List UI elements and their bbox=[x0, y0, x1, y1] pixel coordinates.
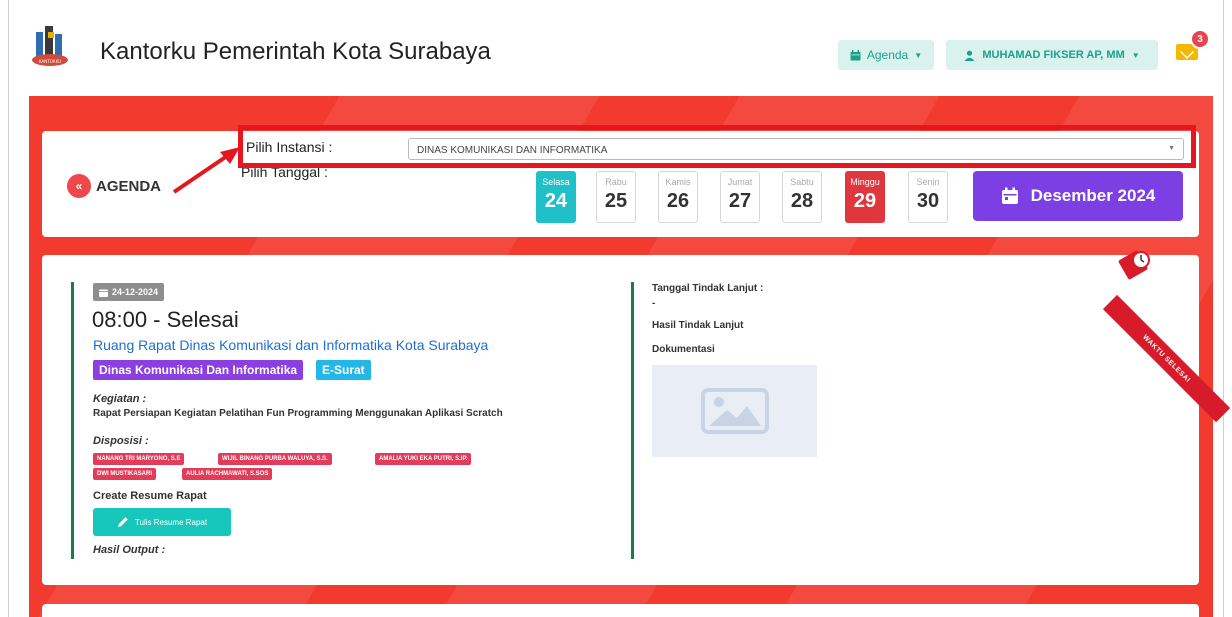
calendar-icon bbox=[99, 289, 108, 297]
annotation-arrow-icon bbox=[172, 147, 240, 194]
day-senin[interactable]: Senin 30 bbox=[908, 171, 948, 223]
mail-count-badge: 3 bbox=[1190, 29, 1210, 49]
disposisi-label: Disposisi : bbox=[93, 435, 149, 447]
svg-text:KANTORKU: KANTORKU bbox=[39, 59, 61, 64]
agenda-menu-label: Agenda bbox=[866, 48, 909, 62]
day-selasa[interactable]: Selasa 24 bbox=[536, 171, 576, 223]
month-label: Desember 2024 bbox=[1030, 186, 1156, 205]
agenda-card-next bbox=[42, 604, 1199, 617]
resume-label: Create Resume Rapat bbox=[93, 490, 207, 502]
pencil-icon bbox=[117, 517, 128, 527]
card-middle-divider bbox=[631, 282, 634, 559]
disposisi-pill: NANANG TRI MARYONO, S.E bbox=[93, 453, 185, 465]
documentation-label: Dokumentasi bbox=[652, 344, 715, 355]
agenda-room: Ruang Rapat Dinas Komunikasi dan Informa… bbox=[93, 337, 489, 353]
disposisi-pill: AMALIA YUKI EKA PUTRI, S.IP. bbox=[375, 453, 472, 465]
output-label: Hasil Output : bbox=[93, 544, 166, 556]
agenda-heading: AGENDA bbox=[96, 178, 162, 195]
chevron-down-icon: ▼ bbox=[914, 50, 923, 60]
agenda-date: 24-12-2024 bbox=[112, 287, 159, 297]
day-name: Minggu bbox=[850, 177, 880, 187]
day-number: 30 bbox=[916, 190, 940, 212]
day-sabtu[interactable]: Sabtu 28 bbox=[782, 171, 822, 223]
day-name: Kamis bbox=[665, 177, 691, 187]
disposisi-pill: AULIA RACHMAWATI, S.SOS bbox=[182, 468, 273, 480]
day-number: 25 bbox=[604, 190, 628, 212]
annotation-highlight-box bbox=[238, 125, 1196, 168]
unit-tag: Dinas Komunikasi Dan Informatika bbox=[93, 360, 304, 380]
agenda-date-badge: 24-12-2024 bbox=[93, 283, 165, 301]
kegiatan-value: Rapat Persiapan Kegiatan Pelatihan Fun P… bbox=[93, 408, 503, 419]
user-name: MUHAMAD FIKSER AP, MM bbox=[982, 49, 1125, 61]
day-name: Sabtu bbox=[790, 177, 814, 187]
documentation-image-placeholder[interactable] bbox=[652, 365, 817, 457]
disposisi-pill: DWI MUSTIKASARI bbox=[93, 468, 156, 480]
day-name: Jumat bbox=[727, 177, 753, 187]
day-minggu[interactable]: Minggu 29 bbox=[845, 171, 885, 223]
chevron-down-icon: ▼ bbox=[1131, 50, 1140, 60]
day-name: Rabu bbox=[605, 177, 627, 187]
clock-calendar-icon bbox=[1118, 250, 1150, 280]
day-number: 26 bbox=[666, 190, 690, 212]
source-tag: E-Surat bbox=[316, 360, 371, 380]
followup-result-label: Hasil Tindak Lanjut bbox=[652, 320, 744, 331]
app-title: Kantorku Pemerintah Kota Surabaya bbox=[100, 38, 491, 65]
month-picker-button[interactable]: Desember 2024 bbox=[973, 171, 1183, 221]
day-number: 27 bbox=[728, 190, 752, 212]
followup-date-label: Tanggal Tindak Lanjut : bbox=[652, 283, 764, 294]
day-number: 24 bbox=[544, 190, 568, 212]
back-double-chevron-icon[interactable]: « bbox=[67, 174, 91, 198]
kantorku-logo: KANTORKU bbox=[32, 26, 68, 66]
write-resume-label: Tulis Resume Rapat bbox=[134, 517, 208, 527]
day-name: Senin bbox=[916, 177, 940, 187]
day-number: 28 bbox=[790, 190, 814, 212]
write-resume-button[interactable]: Tulis Resume Rapat bbox=[93, 508, 231, 536]
disposisi-pill: WIJIL BINANG PURBA WALUYA, S.S. bbox=[218, 453, 332, 465]
image-icon bbox=[700, 388, 769, 434]
followup-date-value: - bbox=[652, 298, 656, 309]
day-jumat[interactable]: Jumat 27 bbox=[720, 171, 760, 223]
agenda-time: 08:00 - Selesai bbox=[92, 307, 239, 332]
calendar-icon bbox=[850, 49, 861, 60]
agenda-menu-button[interactable]: Agenda ▼ bbox=[838, 40, 934, 70]
day-name: Selasa bbox=[542, 177, 570, 187]
user-icon bbox=[964, 50, 975, 61]
kegiatan-label: Kegiatan : bbox=[93, 393, 147, 405]
day-number: 29 bbox=[853, 190, 877, 212]
card-left-divider bbox=[71, 282, 74, 559]
day-rabu[interactable]: Rabu 25 bbox=[596, 171, 636, 223]
day-kamis[interactable]: Kamis 26 bbox=[658, 171, 698, 223]
user-menu-button[interactable]: MUHAMAD FIKSER AP, MM ▼ bbox=[946, 40, 1158, 70]
calendar-icon bbox=[1001, 187, 1018, 204]
